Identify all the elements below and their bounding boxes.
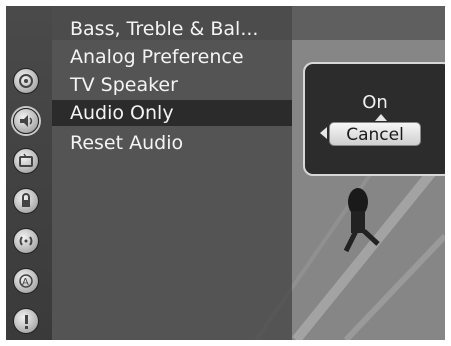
popup-value-label: On <box>362 92 388 113</box>
channel-icon[interactable] <box>13 228 39 254</box>
menu-item-audio-only[interactable]: Audio Only <box>52 100 292 126</box>
menu-item-tv-speaker[interactable]: TV Speaker <box>52 72 292 98</box>
svg-text:A: A <box>22 277 29 288</box>
tv-screen: A Bass, Treble & Bal... Analog Preferenc… <box>6 6 445 340</box>
up-arrow-icon <box>375 114 387 121</box>
help-icon[interactable] <box>13 308 39 334</box>
audio-menu: Bass, Treble & Bal... Analog Preference … <box>52 6 292 340</box>
tv-icon[interactable] <box>13 148 39 174</box>
cancel-button[interactable]: Cancel <box>329 122 421 146</box>
lock-icon[interactable] <box>13 188 39 214</box>
menu-icon-column: A <box>6 6 52 340</box>
audio-icon[interactable] <box>13 108 39 134</box>
settings-icon[interactable] <box>13 68 39 94</box>
left-arrow-icon <box>320 127 327 139</box>
feature-icon[interactable]: A <box>13 268 39 294</box>
menu-item-bass-treble-balance[interactable]: Bass, Treble & Bal... <box>52 16 292 42</box>
menu-item-reset-audio[interactable]: Reset Audio <box>52 130 292 156</box>
menu-item-analog-preference[interactable]: Analog Preference <box>52 44 292 70</box>
audio-only-popup: On Cancel <box>303 62 445 176</box>
